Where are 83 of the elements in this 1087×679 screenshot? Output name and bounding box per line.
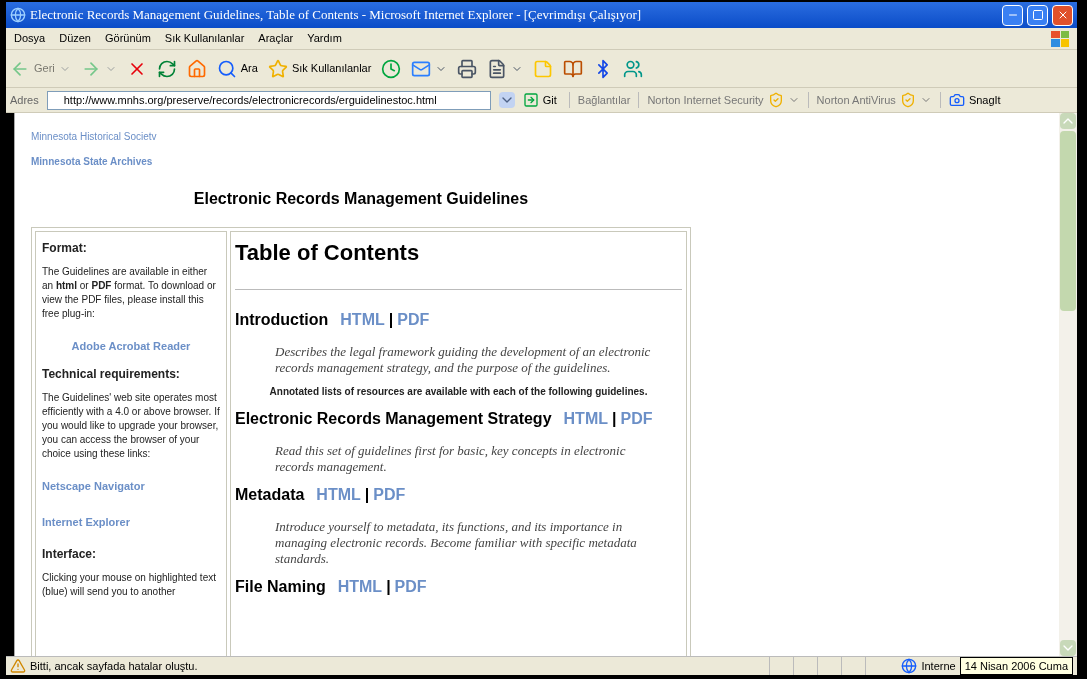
plugin-button[interactable]: Norton AntiVirus	[807, 91, 932, 109]
menu-item[interactable]: Yardım	[307, 30, 342, 47]
zone-label: Interne	[921, 658, 956, 674]
search-icon	[216, 58, 237, 79]
menu-item[interactable]: Sık Kullanılanlar	[164, 30, 245, 47]
section-title: Electronic Records Management Strategy	[235, 409, 552, 429]
toc-title: Table of Contents	[235, 239, 421, 267]
section-description: Describes the legal framework guiding the development of an electronic records management strategy, and the purpose of the guidelines.	[274, 344, 652, 376]
sidebar-paragraph: The Guidelines' web site operates most efficiently with a 4.0 or above browser. If you would like to upgrade your browser, you can access the browser of your choice using these links:	[42, 392, 220, 459]
page-heading: Electronic Records Management Guidelines	[193, 190, 529, 207]
link-separator: |	[386, 577, 391, 597]
link-separator: |	[388, 310, 394, 330]
sidebar-link[interactable]: Netscape Navigator	[42, 480, 145, 492]
clock-icon	[381, 58, 402, 79]
people-icon	[623, 58, 644, 79]
shield-icon	[767, 92, 784, 108]
sidebar-paragraph: Clicking your mouse on highlighted text (blue) will send you to another	[42, 572, 216, 597]
windows-logo-icon	[1051, 30, 1069, 47]
pdf-link[interactable]: PDF	[397, 308, 430, 332]
toolbar-button[interactable]: Sık Kullanılanlar	[267, 58, 372, 79]
camera-icon	[948, 92, 965, 108]
scrollbar-thumb[interactable]	[1060, 131, 1076, 311]
html-link[interactable]: HTML	[316, 483, 361, 507]
toolbar-button[interactable]: Ara	[216, 58, 258, 79]
date-tooltip: 14 Nisan 2006 Cuma	[959, 656, 1073, 676]
sidebar-link[interactable]: Adobe Acrobat Reader	[71, 340, 191, 352]
home-icon	[186, 58, 207, 79]
address-label: Adres	[10, 92, 39, 108]
minimize-button[interactable]	[1002, 4, 1023, 26]
shield-icon	[899, 92, 916, 108]
plugin-button[interactable]: SnagIt	[939, 91, 1001, 109]
address-field[interactable]: http://www.mnhs.org/preserve/records/electronicrecords/erguidelinestoc.html	[46, 90, 491, 110]
toolbar-button[interactable]	[487, 58, 524, 79]
section-title: File Naming	[235, 577, 326, 597]
status-message: Bitti, ancak sayfada hatalar oluştu.	[30, 658, 199, 674]
html-link[interactable]: HTML	[563, 407, 608, 431]
site-link[interactable]: Minnesota State Archives	[31, 154, 1059, 169]
sidebar-link[interactable]: Internet Explorer	[42, 516, 131, 528]
printer-icon	[457, 58, 478, 79]
html-link[interactable]: HTML	[340, 308, 385, 332]
globe-icon	[901, 658, 918, 674]
document-icon	[487, 58, 508, 79]
dropdown-icon[interactable]	[498, 92, 515, 108]
plugin-button[interactable]: Norton Internet Security	[638, 91, 800, 109]
links-label[interactable]: Bağlantılar	[568, 91, 631, 109]
go-button[interactable]: Git	[522, 91, 557, 109]
site-link[interactable]: Minnesota Historical Societv	[31, 129, 1059, 144]
sidebar-heading: Technical requirements:	[42, 366, 181, 383]
window-title: Electronic Records Management Guidelines, Table of Contents - Microsoft Internet Explorer - [Çevrimdışı Çalışıyor]	[30, 6, 643, 25]
toolbar-button[interactable]	[381, 58, 402, 79]
sidebar-heading: Format:	[42, 240, 88, 257]
pdf-link[interactable]: PDF	[394, 575, 427, 599]
browser-icon	[10, 7, 26, 23]
section-description: Read this set of guidelines first for basic, key concepts in electronic records management.	[274, 443, 627, 475]
star-icon	[267, 58, 288, 79]
pdf-link[interactable]: PDF	[620, 407, 653, 431]
arrow-right-icon	[522, 92, 539, 108]
pdf-link[interactable]: PDF	[373, 483, 406, 507]
menu-item[interactable]: Dosya	[14, 30, 46, 47]
warning-icon	[10, 658, 26, 674]
close-button[interactable]	[1052, 4, 1073, 26]
sidebar-heading: Interface:	[42, 546, 98, 563]
link-separator: |	[364, 485, 370, 505]
toolbar-button[interactable]	[623, 58, 644, 79]
toolbar-button[interactable]	[156, 58, 177, 79]
sidebar-paragraph: The Guidelines are available in either an html or PDF format. To download or view the PDF files, please install this free plug-in:	[42, 266, 216, 319]
maximize-icon	[1031, 9, 1044, 21]
section-description: Introduce yourself to metadata, its functions, and its importance in managing electronic records. Become familiar with specific metadata standards.	[274, 519, 638, 567]
maximize-button[interactable]	[1027, 4, 1048, 26]
vertical-scrollbar[interactable]	[1059, 113, 1077, 656]
menu-item[interactable]: Düzen	[59, 30, 91, 47]
menu-item[interactable]: Görünüm	[105, 30, 151, 47]
resources-note: Annotated lists of resources are available with each of the following guidelines.	[268, 385, 649, 399]
books-icon	[563, 58, 584, 79]
section-title: Metadata	[235, 485, 305, 505]
note-icon	[533, 58, 554, 79]
section-title: Introduction	[235, 310, 329, 330]
toolbar-button[interactable]	[457, 58, 478, 79]
link-separator: |	[612, 409, 617, 429]
menu-item[interactable]: Araçlar	[258, 30, 294, 47]
refresh-icon	[156, 58, 177, 79]
toolbar-button[interactable]	[563, 58, 584, 79]
html-link[interactable]: HTML	[337, 575, 383, 599]
